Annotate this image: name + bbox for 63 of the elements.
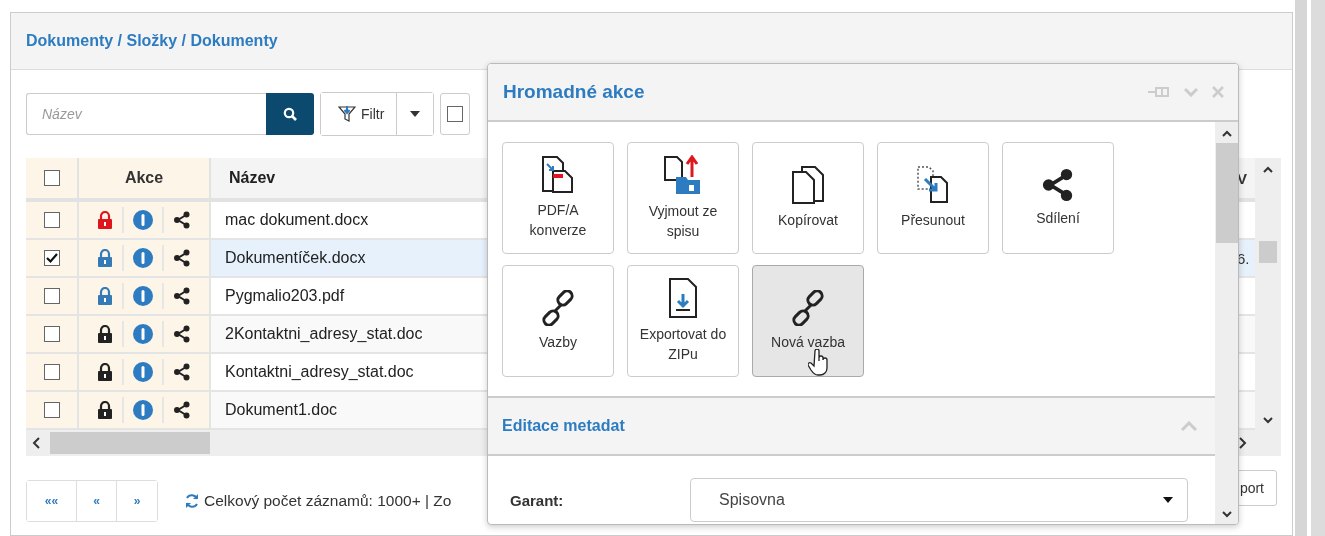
copy-icon	[791, 166, 825, 204]
field-label: Garant:	[510, 491, 565, 509]
column-header[interactable]: Název	[229, 169, 276, 187]
pdf-convert-icon	[541, 156, 575, 194]
info-icon[interactable]	[130, 362, 156, 382]
search-button[interactable]	[266, 93, 314, 135]
action-tile[interactable]: Přesunout	[877, 142, 989, 254]
filter-icon	[335, 105, 359, 123]
popup-title: Hromadné akce	[503, 81, 645, 103]
action-tile[interactable]: Exportovat do ZIPu	[627, 265, 739, 377]
info-icon[interactable]	[130, 400, 156, 420]
section-header[interactable]: Editace metadat	[488, 396, 1215, 456]
breadcrumb[interactable]: Dokumenty / Složky / Dokumenty	[26, 32, 278, 50]
action-tile[interactable]: PDF/A konverze	[502, 142, 614, 254]
share-icon	[1041, 168, 1075, 202]
record-count: Celkový počet záznamů: 1000+ | Zo	[204, 492, 452, 510]
vertical-scrollbar[interactable]	[1255, 158, 1281, 430]
select-field[interactable]: Spisovna	[690, 478, 1188, 522]
filter-button[interactable]: Filtr	[321, 93, 398, 135]
info-icon[interactable]	[130, 324, 156, 344]
checkbox[interactable]	[447, 106, 464, 122]
lock-icon[interactable]	[97, 363, 113, 381]
checkbox[interactable]	[43, 250, 60, 266]
chain-link-icon	[540, 290, 576, 326]
section-title: Editace metadat	[502, 417, 625, 435]
chain-link-icon	[790, 290, 826, 326]
page-scrollbar[interactable]	[1311, 0, 1325, 536]
info-icon[interactable]	[130, 248, 156, 268]
action-tile[interactable]: Nová vazba	[752, 265, 864, 377]
info-icon[interactable]	[130, 210, 156, 230]
action-tile[interactable]: Vyjmout ze spisu	[627, 142, 739, 254]
checkbox[interactable]	[43, 170, 60, 186]
scroll-right-icon[interactable]	[1237, 437, 1249, 449]
scroll-down-icon[interactable]	[1263, 417, 1273, 424]
action-tile[interactable]: Kopírovat	[752, 142, 864, 254]
action-tile[interactable]: Sdílení	[1002, 142, 1114, 254]
scroll-down-icon[interactable]	[1221, 511, 1232, 518]
hand-cursor-icon	[808, 349, 830, 377]
caret-icon	[410, 111, 421, 117]
scrollbar-thumb[interactable]	[1215, 143, 1238, 243]
refresh-icon[interactable]	[184, 493, 200, 509]
column-header[interactable]: Akce	[124, 169, 164, 187]
scroll-up-icon[interactable]	[1221, 130, 1232, 137]
scrollbar-thumb[interactable]	[50, 432, 210, 454]
scroll-up-icon[interactable]	[1263, 166, 1273, 173]
scrollbar-thumb[interactable]	[1259, 241, 1277, 263]
lock-icon[interactable]	[97, 325, 113, 343]
checkbox[interactable]	[43, 288, 60, 304]
search-field[interactable]: Název	[26, 93, 266, 135]
file-download-icon	[668, 278, 698, 318]
move-file-icon	[916, 166, 950, 204]
action-tile[interactable]: Vazby	[502, 265, 614, 377]
lock-icon[interactable]	[97, 401, 113, 419]
checkbox[interactable]	[43, 326, 60, 342]
page-button[interactable]: ««	[27, 481, 77, 521]
checkbox[interactable]	[43, 212, 60, 228]
info-icon[interactable]	[130, 286, 156, 306]
file-folder-arrow-icon	[663, 155, 703, 195]
search-icon	[283, 107, 297, 121]
checkbox[interactable]	[43, 402, 60, 418]
checkbox[interactable]	[43, 364, 60, 380]
caret-icon	[1163, 497, 1173, 503]
vertical-scrollbar[interactable]	[1215, 122, 1238, 524]
